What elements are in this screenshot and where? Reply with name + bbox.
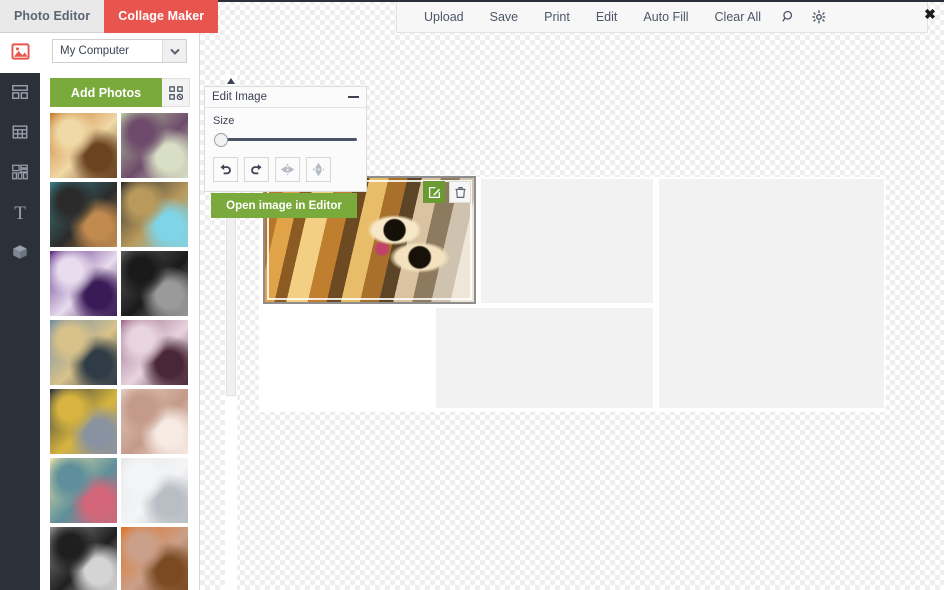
thumbnail-row — [50, 320, 190, 385]
thumbnail-row — [50, 527, 190, 590]
photo-thumbnail[interactable] — [50, 251, 117, 316]
thumbnail-image — [50, 182, 117, 247]
photo-thumbnail[interactable] — [121, 527, 188, 590]
thumbnail-image — [121, 251, 188, 316]
sidebar-item-layouts[interactable] — [0, 73, 40, 113]
app-root: Photo Editor Collage Maker Upload Save P… — [0, 0, 944, 590]
redo-button[interactable] — [244, 157, 269, 182]
minimize-icon[interactable] — [348, 96, 359, 98]
image-action-buttons — [423, 181, 471, 203]
photo-thumbnail[interactable] — [121, 182, 188, 247]
chevron-down-icon — [162, 40, 186, 62]
thumbnail-image — [50, 527, 117, 590]
size-slider[interactable] — [214, 133, 357, 147]
open-image-in-editor-button[interactable]: Open image in Editor — [211, 193, 357, 218]
tab-collage-maker[interactable]: Collage Maker — [104, 0, 218, 33]
undo-button[interactable] — [213, 157, 238, 182]
photo-thumbnail[interactable] — [50, 113, 117, 178]
add-photos-row: Add Photos — [50, 78, 190, 107]
photo-thumbnail[interactable] — [50, 182, 117, 247]
toolbar-edit[interactable]: Edit — [583, 2, 631, 33]
collage-templates-icon — [11, 163, 29, 184]
sidebar-item-text[interactable]: T — [0, 193, 40, 233]
thumbnail-image — [50, 113, 117, 178]
flip-vertical-button[interactable] — [306, 157, 331, 182]
thumbnail-image — [121, 458, 188, 523]
edit-image-panel: Edit Image Size — [204, 86, 367, 192]
photo-thumbnail[interactable] — [50, 320, 117, 385]
thumbnail-row — [50, 251, 190, 316]
toolbar-auto-fill[interactable]: Auto Fill — [630, 2, 701, 33]
size-label: Size — [213, 115, 234, 127]
tab-photo-editor[interactable]: Photo Editor — [0, 0, 104, 33]
app-tabs: Photo Editor Collage Maker — [0, 0, 200, 33]
search-icon[interactable] — [774, 2, 804, 33]
thumbnail-image — [50, 320, 117, 385]
grid-icon — [11, 123, 29, 144]
photos-icon — [11, 42, 30, 64]
toolbar-upload[interactable]: Upload — [411, 2, 477, 33]
flip-horizontal-button[interactable] — [275, 157, 300, 182]
toolbar-print[interactable]: Print — [531, 2, 583, 33]
thumbnail-image — [121, 320, 188, 385]
photo-thumbnail[interactable] — [121, 320, 188, 385]
clipart-cube-icon — [11, 243, 29, 264]
main-toolbar: Upload Save Print Edit Auto Fill Clear A… — [396, 2, 928, 33]
photo-thumbnail[interactable] — [121, 389, 188, 454]
size-slider-handle[interactable] — [214, 133, 228, 147]
sidebar-item-collage-templates[interactable] — [0, 153, 40, 193]
source-select-value: My Computer — [53, 45, 162, 57]
size-slider-track[interactable] — [218, 138, 357, 141]
thumbnail-row — [50, 182, 190, 247]
sidebar-item-grid[interactable] — [0, 113, 40, 153]
photo-thumbnail-grid — [50, 113, 190, 590]
collage-cell-empty-1[interactable] — [481, 179, 653, 303]
photo-thumbnail[interactable] — [50, 527, 117, 590]
thumbnail-image — [121, 527, 188, 590]
edit-image-panel-header: Edit Image — [205, 87, 366, 108]
edit-image-panel-title: Edit Image — [212, 91, 348, 103]
thumbnail-image — [121, 113, 188, 178]
thumbnail-row — [50, 113, 190, 178]
sidebar-item-photos[interactable] — [0, 33, 40, 73]
layouts-icon — [11, 83, 29, 104]
thumbnail-image — [50, 251, 117, 316]
photo-thumbnail[interactable] — [121, 251, 188, 316]
thumbnail-row — [50, 389, 190, 454]
sidebar-item-clipart[interactable] — [0, 233, 40, 273]
gear-icon[interactable] — [804, 2, 834, 33]
thumbnail-row — [50, 458, 190, 523]
trash-icon[interactable] — [449, 181, 471, 203]
thumbnail-image — [50, 458, 117, 523]
edit-image-actions — [213, 157, 331, 182]
photo-thumbnail[interactable] — [121, 458, 188, 523]
source-select[interactable]: My Computer — [52, 39, 187, 63]
close-icon[interactable]: ✖ — [922, 6, 938, 22]
toolbar-save[interactable]: Save — [477, 2, 532, 33]
text-icon: T — [14, 204, 26, 223]
tool-rail: T — [0, 33, 40, 590]
toolbar-clear-all[interactable]: Clear All — [702, 2, 775, 33]
qr-grid-icon[interactable] — [162, 78, 190, 107]
photo-panel: My Computer Add Photos — [40, 33, 200, 590]
add-photos-button[interactable]: Add Photos — [50, 78, 162, 107]
edit-pencil-icon[interactable] — [423, 181, 445, 203]
thumbnail-image — [121, 182, 188, 247]
thumbnail-image — [121, 389, 188, 454]
collage-cell-empty-3[interactable] — [659, 179, 884, 408]
photo-thumbnail[interactable] — [121, 113, 188, 178]
thumbnail-image — [50, 389, 117, 454]
photo-thumbnail[interactable] — [50, 458, 117, 523]
collage-cell-empty-2[interactable] — [436, 308, 653, 408]
photo-thumbnail[interactable] — [50, 389, 117, 454]
